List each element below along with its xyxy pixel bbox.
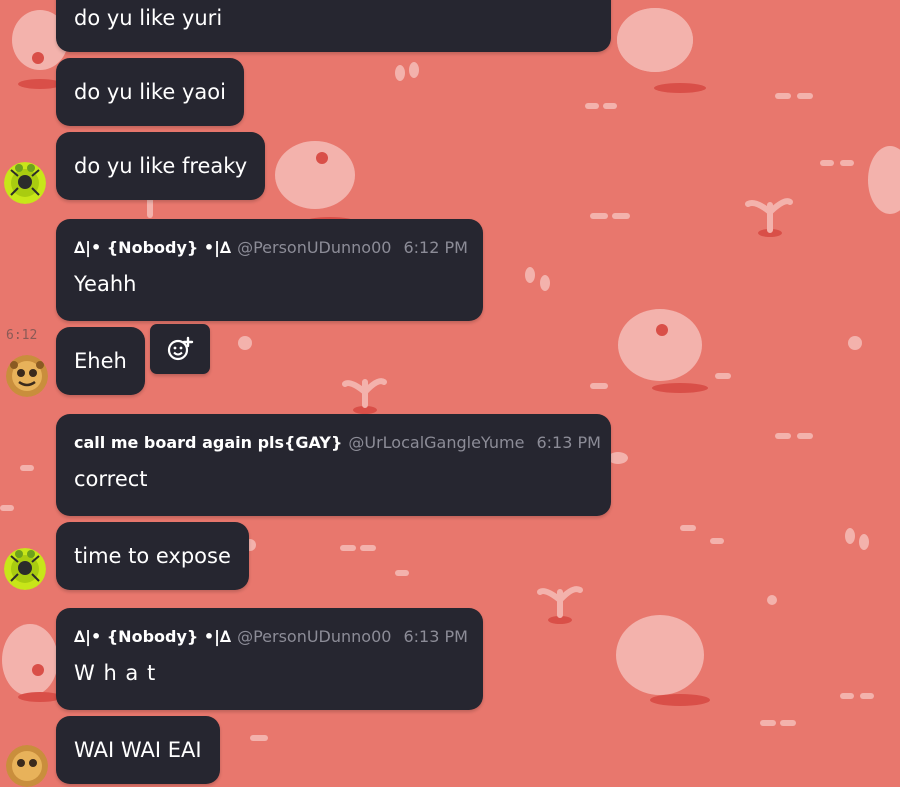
spider-avatar-icon (4, 548, 46, 590)
add-reaction-button[interactable] (150, 324, 210, 374)
author-name[interactable]: ∆|• {Nobody} •|∆ (74, 627, 231, 646)
message-bubble[interactable]: do yu like freaky (56, 132, 266, 200)
face-avatar-icon (6, 745, 48, 787)
message-timestamp: 6:12 PM (403, 238, 468, 257)
author-handle[interactable]: @PersonUDunno00 (237, 238, 391, 257)
user-avatar[interactable] (4, 548, 46, 590)
message-text: correct (74, 467, 148, 491)
message-header: ∆|• {Nobody} •|∆ @PersonUDunno00 6:12 PM (74, 237, 468, 259)
message-text: Eheh (74, 349, 127, 373)
message-bubble[interactable]: do yu like yaoi (56, 58, 244, 126)
message-bubble[interactable]: ∆|• {Nobody} •|∆ @PersonUDunno00 6:13 PM W… (56, 608, 483, 710)
user-avatar[interactable] (6, 745, 48, 787)
message-bubble[interactable]: Eheh (56, 327, 145, 395)
user-avatar[interactable] (4, 162, 46, 204)
message-text: do yu like yaoi (74, 80, 226, 104)
author-name[interactable]: ∆|• {Nobody} •|∆ (74, 238, 231, 257)
face-avatar-icon (6, 355, 48, 397)
message-bubble[interactable]: do yu like yuri (56, 0, 611, 52)
message-bubble[interactable]: time to expose (56, 522, 249, 590)
message-text: W h a t (74, 661, 157, 685)
spider-avatar-icon (4, 162, 46, 204)
message-bubble[interactable]: WAI WAI EAI (56, 716, 220, 784)
author-handle[interactable]: @UrLocalGangleYume (348, 433, 524, 452)
author-handle[interactable]: @PersonUDunno00 (237, 627, 391, 646)
user-avatar[interactable] (6, 355, 48, 397)
message-text: do yu like yuri (74, 6, 223, 30)
message-timestamp: 6:13 PM (403, 627, 468, 646)
hover-timestamp: 6:12 (6, 328, 38, 343)
message-text: Yeahh (74, 272, 137, 296)
message-text: do yu like freaky (74, 154, 248, 178)
message-text: time to expose (74, 544, 231, 568)
message-header: call me board again pls{GAY} @UrLocalGang… (74, 432, 601, 454)
message-text: WAI WAI EAI (74, 738, 202, 762)
message-bubble[interactable]: ∆|• {Nobody} •|∆ @PersonUDunno00 6:12 PM Y… (56, 219, 483, 321)
message-timestamp: 6:13 PM (536, 433, 601, 452)
add-reaction-icon (167, 336, 194, 361)
author-name[interactable]: call me board again pls{GAY} (74, 433, 342, 452)
message-bubble[interactable]: call me board again pls{GAY} @UrLocalGang… (56, 414, 611, 516)
message-header: ∆|• {Nobody} •|∆ @PersonUDunno00 6:13 PM (74, 626, 468, 648)
